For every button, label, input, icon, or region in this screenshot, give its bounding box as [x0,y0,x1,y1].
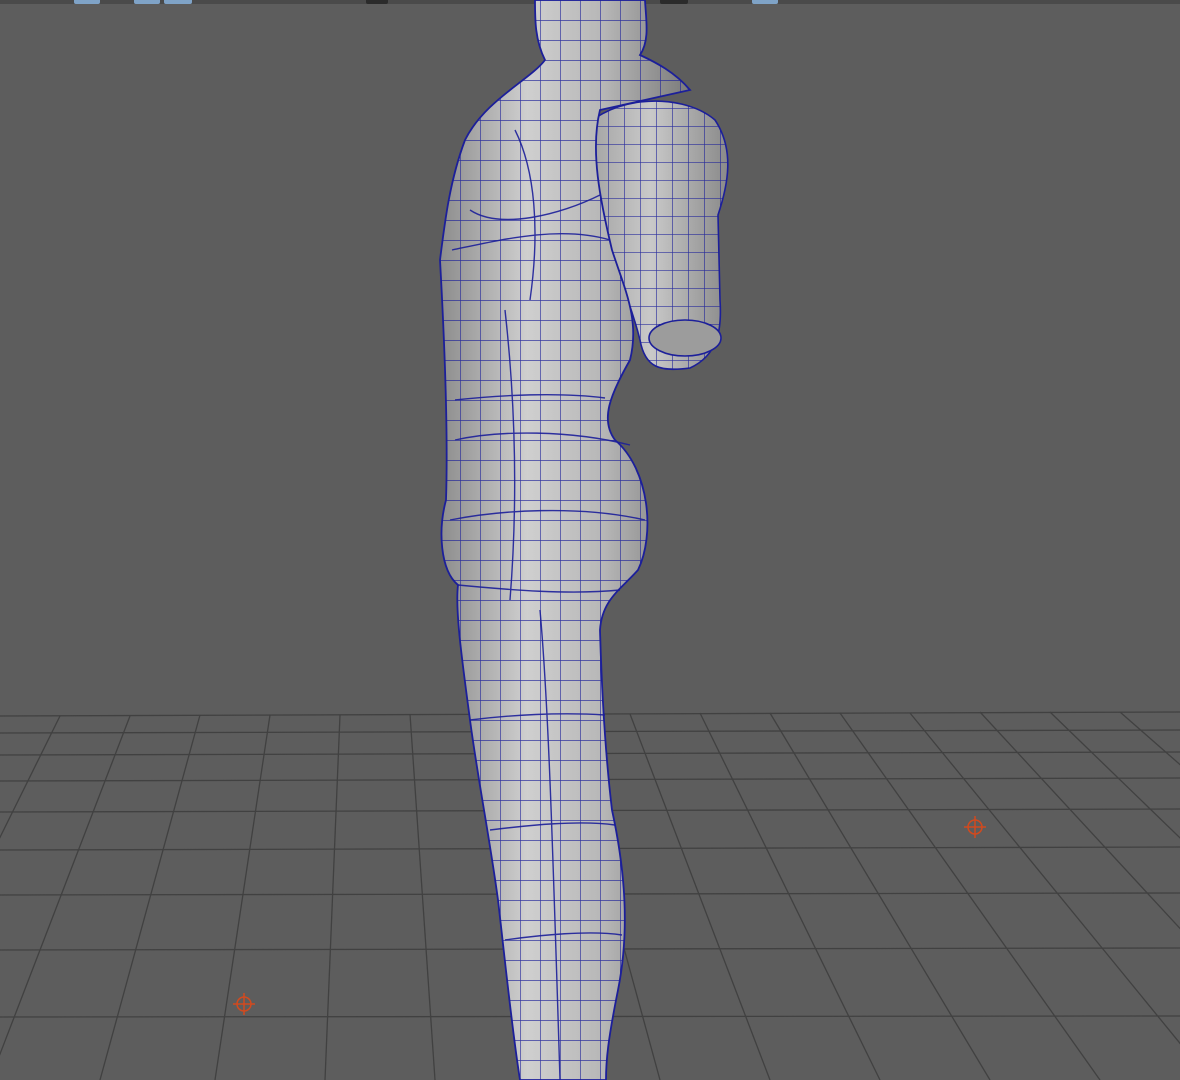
perspective-viewport[interactable] [0,0,1180,1080]
locator-2[interactable] [233,993,255,1015]
locator-1[interactable] [964,816,986,838]
scene-canvas[interactable] [0,0,1180,1080]
character-mesh[interactable] [439,0,729,1080]
